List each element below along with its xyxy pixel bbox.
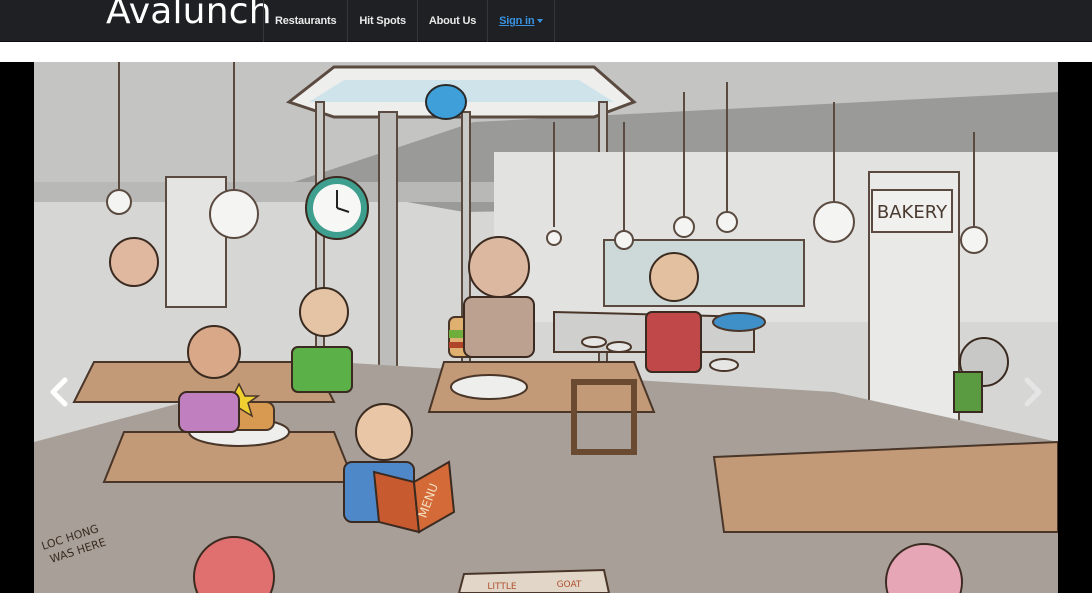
diner-illustration: BAKERY MENU LOC HONG WAS HERE LITTLE GOA… — [34, 62, 1058, 593]
caret-down-icon — [537, 19, 544, 23]
chevron-right-icon — [1024, 377, 1042, 407]
sign-in-label: Sign in — [499, 15, 535, 27]
main-nav: Restaurants Hit Spots About Us Sign in — [263, 0, 556, 42]
nav-restaurants[interactable]: Restaurants — [263, 0, 347, 42]
clock-icon — [305, 176, 369, 240]
nav-hit-spots[interactable]: Hit Spots — [347, 0, 416, 42]
brand-logo[interactable]: Avalunch — [106, 0, 272, 32]
carousel-prev-button[interactable] — [44, 372, 74, 412]
hero-carousel: BAKERY MENU LOC HONG WAS HERE LITTLE GOA… — [0, 62, 1092, 593]
floor-mat: LITTLE GOAT — [457, 568, 611, 593]
mat-text-right: GOAT — [557, 580, 582, 590]
bird-figure — [425, 84, 467, 120]
bakery-sign-text: BAKERY — [877, 202, 948, 223]
chevron-left-icon — [50, 377, 68, 407]
mat-text-left: LITTLE — [487, 582, 517, 592]
carousel-slide-illustration: BAKERY MENU LOC HONG WAS HERE LITTLE GOA… — [34, 62, 1058, 593]
top-navbar: Avalunch Restaurants Hit Spots About Us … — [0, 0, 1092, 42]
drink-cup — [953, 371, 983, 413]
carousel-next-button[interactable] — [1018, 372, 1048, 412]
nav-about-us[interactable]: About Us — [416, 0, 487, 42]
bakery-sign: BAKERY — [871, 189, 953, 233]
nav-sign-in-dropdown[interactable]: Sign in — [487, 0, 556, 42]
